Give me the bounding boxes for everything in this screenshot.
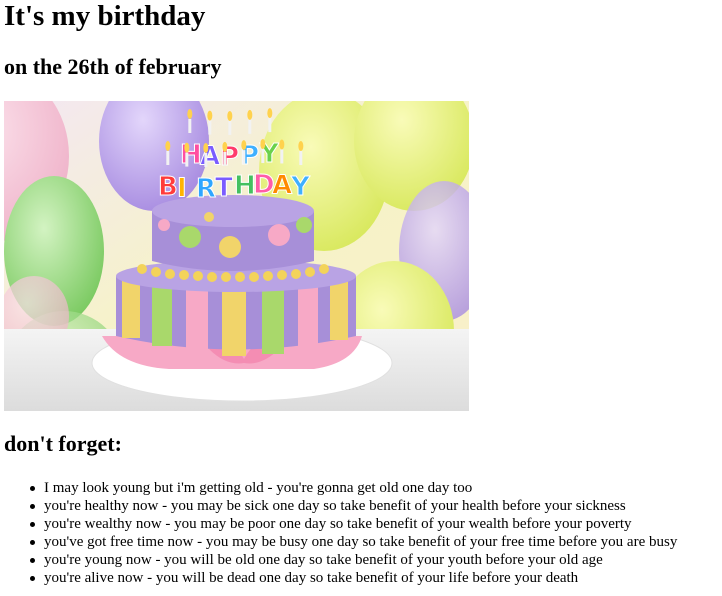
candle-icon xyxy=(242,150,246,165)
candle-icon xyxy=(280,149,284,164)
candle-icon xyxy=(248,119,252,134)
candle-letter: H xyxy=(180,140,202,170)
candle-icon xyxy=(185,152,189,167)
candle-letter: B xyxy=(158,172,178,202)
list-item: you're wealthy now - you may be poor one… xyxy=(30,515,677,533)
reminder-list: I may look young but i'm getting old - y… xyxy=(0,479,677,587)
candle-letter: A xyxy=(200,142,220,172)
flame-icon xyxy=(203,142,209,153)
candle-icon xyxy=(268,118,272,133)
flame-icon xyxy=(267,108,273,119)
flame-icon xyxy=(227,110,233,121)
candle-icon xyxy=(204,152,208,167)
flame-icon xyxy=(207,110,213,121)
birthday-cake-image: HAPPYBIRTHDAY xyxy=(4,101,469,411)
flame-icon xyxy=(241,140,247,151)
list-item: you've got free time now - you may be bu… xyxy=(30,533,678,551)
bullet-icon xyxy=(30,540,35,545)
candle-icon xyxy=(166,151,170,165)
flame-icon xyxy=(222,141,228,152)
list-item: I may look young but i'm getting old - y… xyxy=(30,479,677,497)
page: It's my birthday on the 26th of february xyxy=(0,0,722,596)
candle-icon xyxy=(188,119,192,133)
list-item-text: you're young now - you will be old one d… xyxy=(44,552,603,568)
candle-letter: T xyxy=(215,173,233,203)
list-item-text: I may look young but i'm getting old - y… xyxy=(44,480,473,496)
candle-letter: I xyxy=(177,174,187,204)
flame-icon xyxy=(187,109,193,119)
list-item: you're alive now - you will be dead one … xyxy=(30,569,677,587)
cake-top-tier xyxy=(152,195,314,271)
list-item-text: you're healthy now - you may be sick one… xyxy=(44,498,626,514)
candle-icon xyxy=(208,120,212,135)
section-heading: don't forget: xyxy=(4,431,122,456)
bullet-icon xyxy=(30,576,35,581)
list-item-text: you're alive now - you will be dead one … xyxy=(44,570,579,586)
bullet-icon xyxy=(30,486,35,491)
candle-icon xyxy=(228,120,232,135)
flame-icon xyxy=(165,141,171,151)
bullet-icon xyxy=(30,558,35,563)
list-item-text: you've got free time now - you may be bu… xyxy=(44,534,678,550)
list-item: you're young now - you will be old one d… xyxy=(30,551,677,569)
list-item: you're healthy now - you may be sick one… xyxy=(30,497,677,515)
page-subtitle: on the 26th of february xyxy=(4,54,222,79)
flame-icon xyxy=(279,139,285,150)
flame-icon xyxy=(247,109,253,120)
candle-letter: R xyxy=(196,174,216,204)
candle-icon xyxy=(261,149,265,164)
candle-icon xyxy=(223,151,227,166)
flame-icon xyxy=(260,139,266,150)
candle-letter: Y xyxy=(290,172,311,202)
bullet-icon xyxy=(30,504,35,509)
flame-icon xyxy=(184,142,190,153)
candle-letter: A xyxy=(272,170,292,200)
list-item-text: you're wealthy now - you may be poor one… xyxy=(44,516,632,532)
candle-icon xyxy=(299,151,303,166)
birthday-cake-illustration: HA P P YB I RT HDAY xyxy=(4,101,469,411)
flame-icon xyxy=(298,141,304,152)
bullet-icon xyxy=(30,522,35,527)
page-title: It's my birthday xyxy=(4,0,206,32)
